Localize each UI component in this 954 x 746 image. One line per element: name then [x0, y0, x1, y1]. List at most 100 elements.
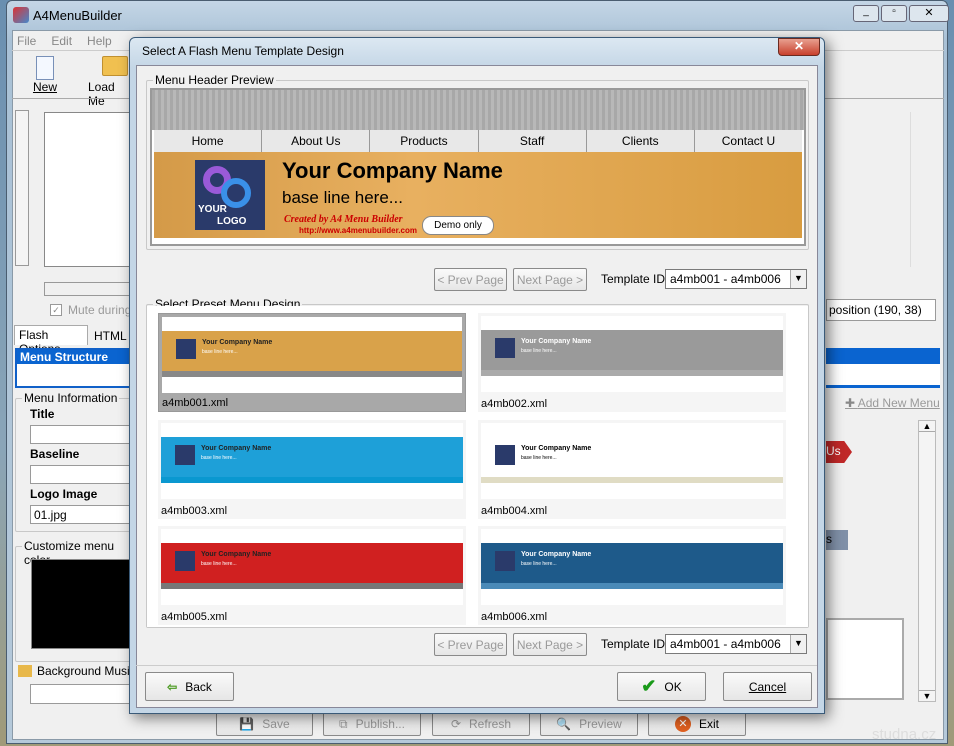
- menu-header-preview: Home About Us Products Staff Clients Con…: [150, 88, 806, 246]
- preview-url: http://www.a4menubuilder.com: [299, 226, 417, 235]
- template-preview-image: Your Company Name base line here...: [481, 423, 783, 499]
- next-page-button-top[interactable]: Next Page >: [513, 268, 587, 291]
- vertical-slider[interactable]: [15, 110, 29, 266]
- template-preview-image: Your Company Name base line here...: [481, 529, 783, 605]
- watermark: studna.cz: [872, 726, 937, 743]
- template-id-select-top[interactable]: a4mb001 - a4mb006 ▼: [665, 269, 807, 289]
- template-name: a4mb005.xml: [161, 611, 228, 623]
- preview-group-label: Menu Header Preview: [153, 73, 276, 87]
- mute-checkbox[interactable]: ✓: [50, 304, 62, 316]
- exit-button[interactable]: ✕ Exit: [648, 712, 746, 736]
- title-input[interactable]: [30, 425, 130, 444]
- template-preview-image: Your Company Name base line here...: [162, 317, 462, 393]
- menu-edit[interactable]: Edit: [51, 34, 72, 48]
- preview-scrollbar[interactable]: [910, 112, 924, 267]
- logo-input[interactable]: 01.jpg: [30, 505, 130, 524]
- template-thumb[interactable]: Your Company Name base line here... a4mb…: [158, 313, 466, 412]
- template-id-label-bottom: Template ID: [601, 637, 666, 651]
- right-scrollbar[interactable]: ▲ ▼: [918, 420, 936, 702]
- check-icon: ✔: [641, 676, 657, 696]
- menu-structure-list-right: [826, 348, 940, 388]
- arrow-left-icon: ⇦: [167, 679, 178, 694]
- preview-nav-home: Home: [154, 130, 263, 152]
- dialog-close-button[interactable]: ✕: [778, 38, 820, 56]
- right-panel-box: [826, 618, 904, 700]
- preview-icon: 🔍: [556, 717, 572, 731]
- bg-music-label: Background Music: [37, 664, 136, 678]
- tab-flash-options[interactable]: Flash Options: [14, 325, 88, 356]
- preview-nav-staff: Staff: [479, 130, 587, 152]
- publish-button[interactable]: ⧉ Publish...: [323, 712, 421, 736]
- template-preview-image: Your Company Name base line here...: [161, 423, 463, 499]
- menu-file[interactable]: File: [17, 34, 36, 48]
- chevron-down-icon: ▼: [790, 635, 806, 653]
- logo-label: Logo Image: [30, 487, 98, 501]
- music-folder-icon: [18, 665, 32, 677]
- prev-page-button-bottom[interactable]: < Prev Page: [434, 633, 507, 656]
- template-grid: Your Company Name base line here... a4mb…: [147, 306, 808, 627]
- maximize-button[interactable]: ▫: [881, 5, 907, 22]
- template-thumb[interactable]: Your Company Name base line here... a4mb…: [478, 313, 786, 412]
- add-new-menu-button[interactable]: ✚ Add New Menu: [845, 396, 940, 410]
- save-icon: 💾: [239, 717, 255, 731]
- load-button[interactable]: Load Me: [88, 56, 133, 108]
- prev-page-button-top[interactable]: < Prev Page: [434, 268, 507, 291]
- template-thumb[interactable]: Your Company Name base line here... a4mb…: [158, 526, 466, 625]
- app-icon: [13, 7, 29, 23]
- logo-image: YOUR LOGO: [195, 160, 265, 230]
- new-label: New: [32, 80, 57, 94]
- preview-company: Your Company Name: [282, 158, 503, 183]
- close-button[interactable]: ✕: [909, 5, 949, 22]
- cancel-button[interactable]: Cancel: [723, 672, 812, 701]
- save-button[interactable]: 💾 Save: [216, 712, 313, 736]
- back-button[interactable]: ⇦ Back: [145, 672, 234, 701]
- menu-help[interactable]: Help: [87, 34, 112, 48]
- new-button[interactable]: New: [30, 56, 60, 94]
- template-preview-image: Your Company Name base line here...: [481, 316, 783, 392]
- next-page-button-bottom[interactable]: Next Page >: [513, 633, 587, 656]
- preview-button[interactable]: 🔍 Preview: [540, 712, 638, 736]
- menu-structure-list[interactable]: Menu Structure: [15, 348, 135, 388]
- baseline-label: Baseline: [30, 447, 80, 461]
- menu-tag-s[interactable]: s: [826, 530, 848, 550]
- load-label: Load Me: [88, 80, 115, 108]
- template-thumb[interactable]: Your Company Name base line here... a4mb…: [478, 526, 786, 625]
- title-label: Title: [30, 407, 55, 421]
- template-name: a4mb002.xml: [481, 398, 548, 410]
- horizontal-slider[interactable]: [44, 282, 134, 296]
- publish-icon: ⧉: [339, 716, 348, 731]
- template-id-label-top: Template ID: [601, 272, 666, 286]
- folder-icon: [102, 56, 128, 76]
- template-name: a4mb006.xml: [481, 611, 548, 623]
- preview-baseline: base line here...: [282, 188, 403, 207]
- new-file-icon: [36, 56, 54, 80]
- preview-credit: Created by A4 Menu Builder: [284, 214, 403, 225]
- menu-structure-header: Menu Structure: [17, 350, 133, 364]
- bg-music-input[interactable]: [30, 684, 130, 704]
- preview-nav-products: Products: [370, 130, 479, 152]
- position-readout: position (190, 38): [826, 299, 936, 321]
- dialog-title: Select A Flash Menu Template Design: [142, 44, 344, 58]
- demo-badge: Demo only: [422, 216, 494, 235]
- template-thumb[interactable]: Your Company Name base line here... a4mb…: [158, 420, 466, 519]
- minimize-button[interactable]: _: [853, 5, 879, 22]
- preview-nav-clients: Clients: [587, 130, 695, 152]
- template-name: a4mb001.xml: [162, 397, 229, 409]
- refresh-button[interactable]: ⟳ Refresh: [432, 712, 530, 736]
- template-id-select-bottom[interactable]: a4mb001 - a4mb006 ▼: [665, 634, 807, 654]
- preview-area: [44, 112, 134, 267]
- chevron-down-icon: ▼: [790, 270, 806, 288]
- menu-info-group: Menu Information: [22, 391, 120, 405]
- window-title: A4MenuBuilder: [33, 8, 122, 23]
- template-preview-image: Your Company Name base line here...: [161, 529, 463, 605]
- refresh-icon: ⟳: [450, 717, 462, 731]
- color-swatches[interactable]: [31, 559, 131, 649]
- baseline-input[interactable]: [30, 465, 130, 484]
- preview-nav-about: About Us: [262, 130, 371, 152]
- mute-label: Mute during: [68, 303, 132, 317]
- ok-button[interactable]: ✔ OK: [617, 672, 706, 701]
- template-thumb[interactable]: Your Company Name base line here... a4mb…: [478, 420, 786, 519]
- tab-html[interactable]: HTML: [90, 327, 131, 345]
- exit-icon: ✕: [674, 716, 691, 732]
- template-name: a4mb004.xml: [481, 505, 548, 517]
